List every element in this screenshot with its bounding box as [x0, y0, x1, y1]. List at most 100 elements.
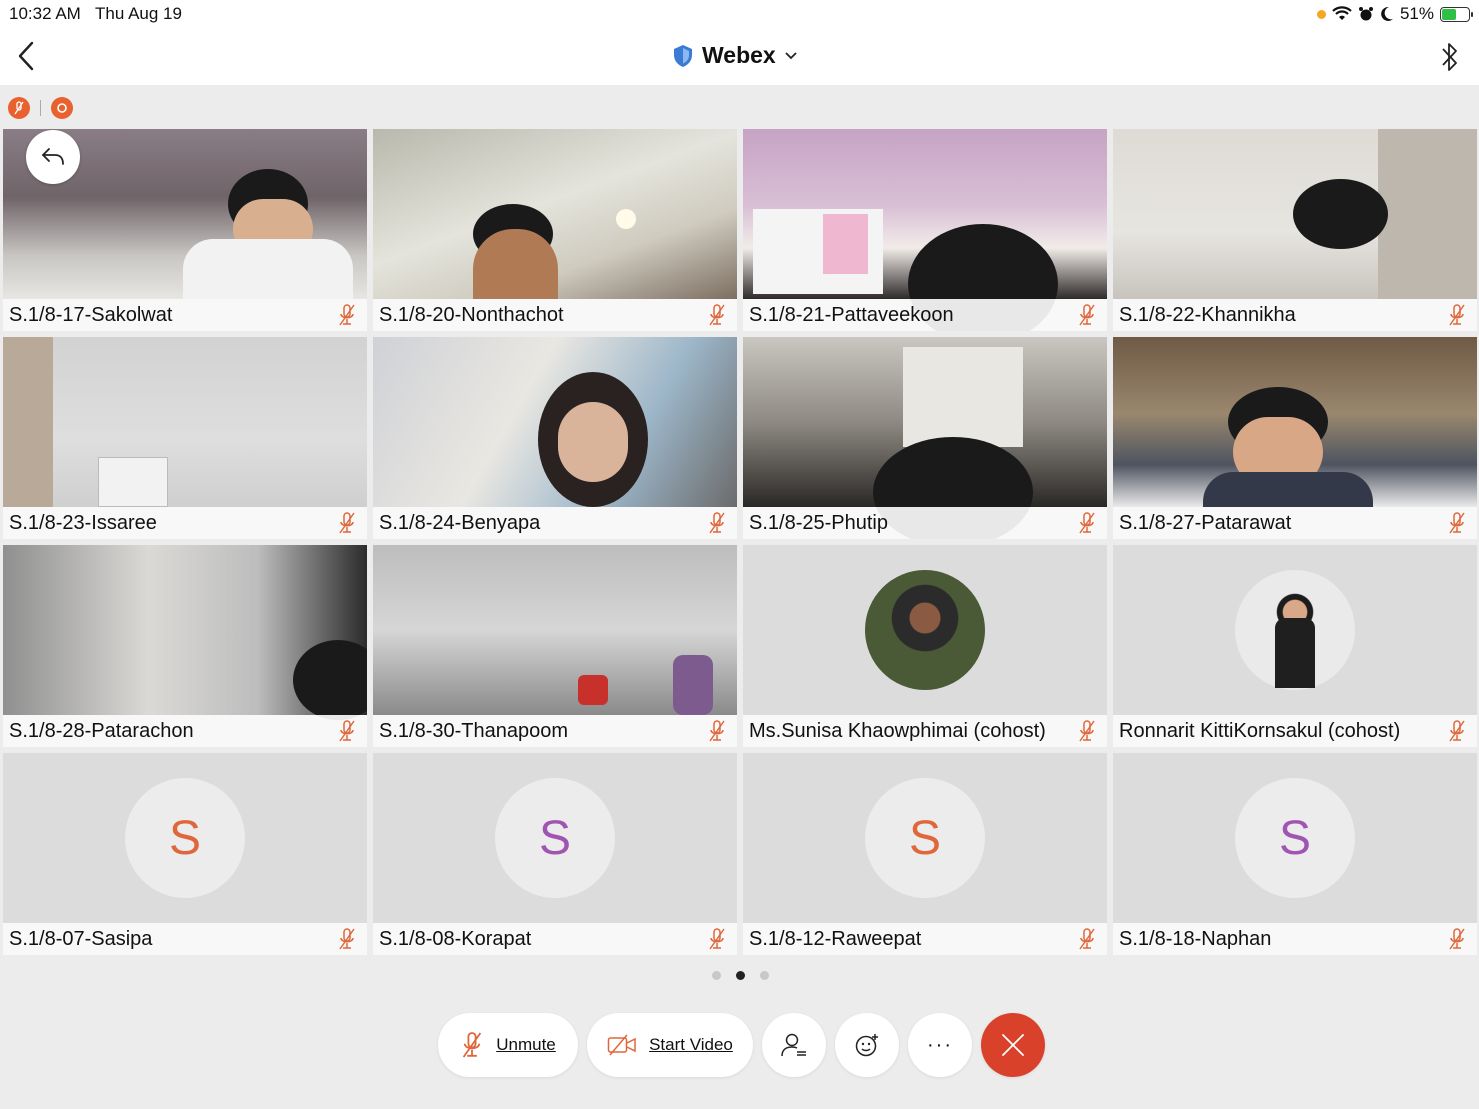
participant-tile[interactable]: S.1/8-28-Patarachon	[3, 545, 367, 747]
participant-tile[interactable]: S.1/8-23-Issaree	[3, 337, 367, 539]
participant-name: S.1/8-30-Thanapoom	[379, 719, 569, 742]
reactions-button[interactable]	[835, 1013, 899, 1077]
participant-name: Ronnarit KittiKornsakul (cohost)	[1119, 719, 1401, 742]
participant-name-bar: S.1/8-30-Thanapoom	[373, 715, 737, 747]
participant-tile[interactable]: S.1/8-25-Phutip	[743, 337, 1107, 539]
muted-mic-icon	[463, 1032, 482, 1058]
participant-name: S.1/8-27-Patarawat	[1119, 511, 1292, 534]
participant-avatar-photo	[1235, 570, 1355, 690]
participant-initial-avatar: S	[495, 778, 615, 898]
participant-name: S.1/8-17-Sakolwat	[9, 303, 173, 326]
bluetooth-icon[interactable]	[1439, 40, 1461, 74]
participant-tile[interactable]: S S.1/8-18-Naphan	[1113, 753, 1477, 955]
participant-name: S.1/8-20-Nonthachot	[379, 303, 564, 326]
more-options-label: ···	[927, 1033, 953, 1056]
participant-tile[interactable]: S.1/8-20-Nonthachot	[373, 129, 737, 331]
muted-mic-icon	[1449, 928, 1465, 950]
participants-button[interactable]	[762, 1013, 826, 1077]
muted-mic-icon	[339, 720, 355, 742]
recording-indicator-icon	[51, 97, 73, 119]
unmute-label: Unmute	[496, 1035, 556, 1054]
more-options-button[interactable]: ···	[908, 1013, 972, 1077]
participant-tile[interactable]: Ms.Sunisa Khaowphimai (cohost)	[743, 545, 1107, 747]
participant-name: S.1/8-08-Korapat	[379, 927, 532, 950]
meeting-title-menu[interactable]: Webex	[672, 42, 798, 69]
return-button[interactable]	[26, 130, 80, 184]
participant-name: S.1/8-07-Sasipa	[9, 927, 153, 950]
participant-name-bar: S.1/8-20-Nonthachot	[373, 299, 737, 331]
participant-tile[interactable]: S.1/8-27-Patarawat	[1113, 337, 1477, 539]
participant-video	[3, 337, 367, 507]
participant-tile[interactable]: S.1/8-22-Khannikha	[1113, 129, 1477, 331]
page-indicator[interactable]	[712, 971, 769, 980]
participant-name: Ms.Sunisa Khaowphimai (cohost)	[749, 719, 1046, 742]
mic-in-use-dot-icon	[1316, 9, 1326, 19]
page-dot-active[interactable]	[736, 971, 745, 980]
shield-icon	[674, 44, 692, 67]
participant-video	[3, 545, 367, 720]
wifi-icon	[1332, 6, 1352, 20]
page-dot[interactable]	[712, 971, 721, 980]
participant-tile[interactable]: S S.1/8-08-Korapat	[373, 753, 737, 955]
alarm-icon	[1358, 7, 1373, 21]
battery-percent: 51%	[1399, 4, 1434, 23]
title-bar: Webex	[0, 28, 1479, 85]
participant-name: S.1/8-25-Phutip	[749, 511, 888, 534]
participant-name-bar: S.1/8-23-Issaree	[3, 507, 367, 539]
participant-avatar-photo	[865, 570, 985, 690]
participant-name-bar: S.1/8-08-Korapat	[373, 923, 737, 955]
status-icons: 51%	[1316, 4, 1473, 24]
reply-arrow-icon	[42, 148, 64, 165]
battery-charging-icon	[1440, 6, 1473, 22]
participant-video	[743, 129, 1107, 331]
participant-tile[interactable]: S S.1/8-12-Raweepat	[743, 753, 1107, 955]
muted-mic-icon	[1449, 304, 1465, 326]
participant-name-bar: S.1/8-22-Khannikha	[1113, 299, 1477, 331]
participant-video	[743, 337, 1107, 539]
status-date: Thu Aug 19	[95, 4, 182, 23]
muted-mic-icon	[1449, 512, 1465, 534]
muted-mic-icon	[709, 304, 725, 326]
participant-video	[1113, 129, 1477, 299]
page-dot[interactable]	[760, 971, 769, 980]
participant-name: S.1/8-24-Benyapa	[379, 511, 541, 534]
app-title: Webex	[702, 42, 776, 68]
status-time: 10:32 AM	[9, 4, 81, 23]
muted-mic-icon	[1079, 512, 1095, 534]
participant-name-bar: Ronnarit KittiKornsakul (cohost)	[1113, 715, 1477, 747]
participant-name-bar: S.1/8-21-Pattaveekoon	[743, 299, 1107, 331]
participant-name-bar: Ms.Sunisa Khaowphimai (cohost)	[743, 715, 1107, 747]
participant-tile[interactable]: S.1/8-24-Benyapa	[373, 337, 737, 539]
participant-video	[373, 337, 737, 507]
muted-mic-icon	[709, 720, 725, 742]
close-icon	[1002, 1034, 1024, 1056]
participant-tile[interactable]: S.1/8-30-Thanapoom	[373, 545, 737, 747]
indicator-divider	[40, 100, 41, 116]
participant-tile[interactable]: S.1/8-21-Pattaveekoon	[743, 129, 1107, 331]
meeting-indicators	[8, 97, 73, 119]
reactions-icon	[855, 1034, 878, 1057]
participant-grid: S.1/8-17-Sakolwat S.1/8-20-Nonthachot S.…	[3, 129, 1477, 955]
participant-video	[1113, 337, 1477, 507]
leave-meeting-button[interactable]	[981, 1013, 1045, 1077]
chevron-down-icon	[785, 51, 797, 59]
muted-mic-icon	[339, 512, 355, 534]
video-off-icon	[607, 1034, 636, 1056]
do-not-disturb-moon-icon	[1381, 6, 1393, 21]
participant-name-bar: S.1/8-12-Raweepat	[743, 923, 1107, 955]
participant-name: S.1/8-21-Pattaveekoon	[749, 303, 954, 326]
participant-name-bar: S.1/8-27-Patarawat	[1113, 507, 1477, 539]
start-video-label: Start Video	[649, 1035, 733, 1054]
participant-initial-avatar: S	[125, 778, 245, 898]
muted-mic-icon	[1449, 720, 1465, 742]
participant-tile[interactable]: Ronnarit KittiKornsakul (cohost)	[1113, 545, 1477, 747]
participant-video	[373, 129, 737, 299]
participant-name-bar: S.1/8-25-Phutip	[743, 507, 1107, 539]
start-video-button[interactable]: Start Video	[587, 1013, 753, 1077]
participant-initial-avatar: S	[865, 778, 985, 898]
muted-mic-icon	[339, 304, 355, 326]
back-chevron-icon[interactable]	[14, 40, 38, 72]
unmute-button[interactable]: Unmute	[438, 1013, 578, 1077]
participant-tile[interactable]: S S.1/8-07-Sasipa	[3, 753, 367, 955]
participant-name: S.1/8-28-Patarachon	[9, 719, 194, 742]
